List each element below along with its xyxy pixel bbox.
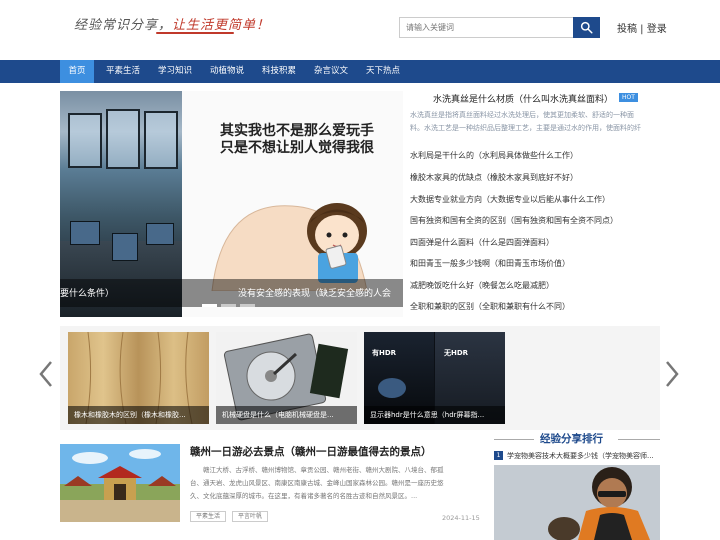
search-icon: [580, 21, 593, 34]
hdr-highlight: [378, 378, 406, 398]
cartoon-text-line2: 只是不想让别人觉得我很: [220, 140, 374, 156]
nav-item-hot-topics[interactable]: 天下热点: [358, 60, 408, 83]
hot-summary-line2: 料。水洗工艺是一种纺织品后整理工艺，主要是通过水的作用，使面料的纤: [410, 124, 641, 132]
article-tag[interactable]: 平素生活: [190, 511, 227, 522]
list-item[interactable]: 全职和兼职的区别（全职和兼职有什么不同）: [410, 301, 570, 312]
ranking-divider: [618, 439, 660, 440]
console-screen: [112, 233, 138, 261]
bridge-window: [106, 109, 140, 169]
carousel-card-caption: 机械硬盘是什么（电脑机械硬盘是...: [216, 406, 357, 424]
site-logo[interactable]: 经验常识分享，让生活更简单！: [74, 14, 271, 34]
hot-article-summary: 水洗真丝是指将真丝面料经过水洗处理后，使其更加柔软、舒适的一种面 料。水洗工艺是…: [410, 109, 660, 135]
login-link[interactable]: 登录: [647, 24, 667, 35]
nohdr-label: 无HDR: [444, 349, 469, 357]
article-tag[interactable]: 平言叶帆: [232, 511, 269, 522]
search-input[interactable]: [399, 17, 573, 38]
slider-dots: [202, 304, 255, 307]
nav-item-essays[interactable]: 杂言议文: [306, 60, 356, 83]
article-excerpt-line1: 赣江大桥、古浮桥、赣州博物馆、章贡公园、赣州老街、赣州大剧院、八境台、郁孤: [190, 466, 444, 474]
list-item[interactable]: 国有独资和国有全资的区别（国有独资和国有全资不同点）: [410, 215, 618, 226]
hdr-label: 有HDR: [372, 349, 397, 357]
nav-item-learning[interactable]: 学习知识: [150, 60, 200, 83]
ranking-header: 经验分享排行: [494, 430, 660, 448]
carousel-prev-arrow-icon[interactable]: [38, 360, 54, 388]
carousel-card-caption: 显示器hdr是什么意思（hdr屏幕指...: [364, 406, 505, 424]
carousel-card-caption: 橡木和橡胶木的区别（橡木和橡胶...: [68, 406, 209, 424]
article-title[interactable]: 赣州一日游必去景点（赣州一日游最值得去的景点）: [190, 444, 432, 459]
search-button[interactable]: [573, 17, 600, 38]
auth-links: 投稿 | 登录: [617, 20, 667, 35]
list-item[interactable]: 橡胶木家具的优缺点（橡胶木家具到底好不好）: [410, 172, 578, 183]
site-header: 经验常识分享，让生活更简单！ 投稿 | 登录: [0, 0, 720, 60]
auth-separator: |: [637, 24, 647, 35]
cartoon-text-line1: 其实我也不是那么爱玩手: [220, 123, 374, 139]
slider-dot[interactable]: [202, 304, 217, 307]
nav-item-plants-animals[interactable]: 动植物说: [202, 60, 252, 83]
article-date: 2024-11-15: [442, 514, 480, 522]
article-excerpt: 赣江大桥、古浮桥、赣州博物馆、章贡公园、赣州老街、赣州大剧院、八境台、郁孤 台、…: [190, 464, 472, 503]
article-excerpt-line3: 久、文化底蕴深厚的城市。在这里，有着诸多著名的名胜古迹和自然风景区。...: [190, 492, 418, 500]
nav-item-daily-life[interactable]: 平素生活: [98, 60, 148, 83]
rank-item-thumbnail[interactable]: [494, 465, 660, 540]
hot-badge: HOT: [619, 93, 638, 102]
list-item[interactable]: 四面弹是什么面料（什么是四面弹面料）: [410, 237, 554, 248]
list-item[interactable]: 和田青玉一般多少钱啊（和田青玉市场价值）: [410, 258, 570, 269]
article-excerpt-line2: 台、通天岩、龙虎山风景区、南康区南康古城、金峰山国家森林公园。赣州是一座历史悠: [190, 479, 444, 487]
rank-number-badge: 1: [494, 451, 503, 460]
carousel-card-hdr[interactable]: 有HDR 无HDR 显示器hdr是什么意思（hdr屏幕指...: [364, 332, 505, 424]
slide-caption-right[interactable]: 没有安全感的表现（缺乏安全感的人会: [238, 286, 391, 299]
cartoon-text: 其实我也不是那么爱玩手 只是不想让别人觉得我很: [220, 123, 374, 157]
nav-item-tech[interactable]: 科技积累: [254, 60, 304, 83]
list-item[interactable]: 减肥晚饭吃什么好（晚餐怎么吃最减肥）: [410, 280, 554, 291]
logo-underline: [156, 32, 234, 34]
hero-slider[interactable]: 其实我也不是那么爱玩手 只是不想让别人觉得我很 要什么条件） 没有安全感的表现（…: [60, 91, 403, 317]
nav-item-home[interactable]: 首页: [60, 60, 94, 83]
hot-summary-line1: 水洗真丝是指将真丝面料经过水洗处理后，使其更加柔软、舒适的一种面: [410, 111, 634, 119]
hot-article-title[interactable]: 水洗真丝是什么材质（什么叫水洗真丝面料）: [433, 92, 613, 105]
cartoon-girl-illustration: [211, 203, 368, 291]
list-item[interactable]: 大数据专业就业方向（大数据专业以后能从事什么工作）: [410, 194, 610, 205]
bridge-window: [144, 111, 178, 169]
logo-slogan-part2: 让生活更简单！: [172, 18, 271, 33]
main-nav: 首页 平素生活 学习知识 动植物说 科技积累 杂言议文 天下热点: [0, 60, 720, 83]
ranking-divider: [494, 439, 534, 440]
pet-groomer-image: [494, 465, 660, 540]
slide-caption-left[interactable]: 要什么条件）: [60, 286, 114, 299]
carousel-next-arrow-icon[interactable]: [664, 360, 680, 388]
slider-dot[interactable]: [240, 304, 255, 307]
ranking-title: 经验分享排行: [540, 433, 603, 445]
logo-slogan-part1: 经验常识分享，: [74, 18, 173, 33]
list-item[interactable]: 水利局是干什么的（水利局具体做些什么工作）: [410, 150, 578, 161]
featured-carousel: 橡木和橡胶木的区别（橡木和橡胶... 机械硬盘是什么（电脑机械硬盘是... 有H…: [60, 326, 660, 430]
post-link[interactable]: 投稿: [617, 24, 637, 35]
rank-item-title[interactable]: 学宠物美容技术大概要多少钱（学宠物美容师...: [507, 451, 660, 461]
temple-gate-image: [60, 444, 180, 522]
article-thumbnail[interactable]: [60, 444, 180, 522]
console-screen: [146, 223, 174, 245]
slider-dot[interactable]: [221, 304, 236, 307]
console-screen: [70, 221, 100, 245]
bridge-window: [68, 113, 102, 168]
carousel-card-hard-drive[interactable]: 机械硬盘是什么（电脑机械硬盘是...: [216, 332, 357, 424]
carousel-card-wood[interactable]: 橡木和橡胶木的区别（橡木和橡胶...: [68, 332, 209, 424]
